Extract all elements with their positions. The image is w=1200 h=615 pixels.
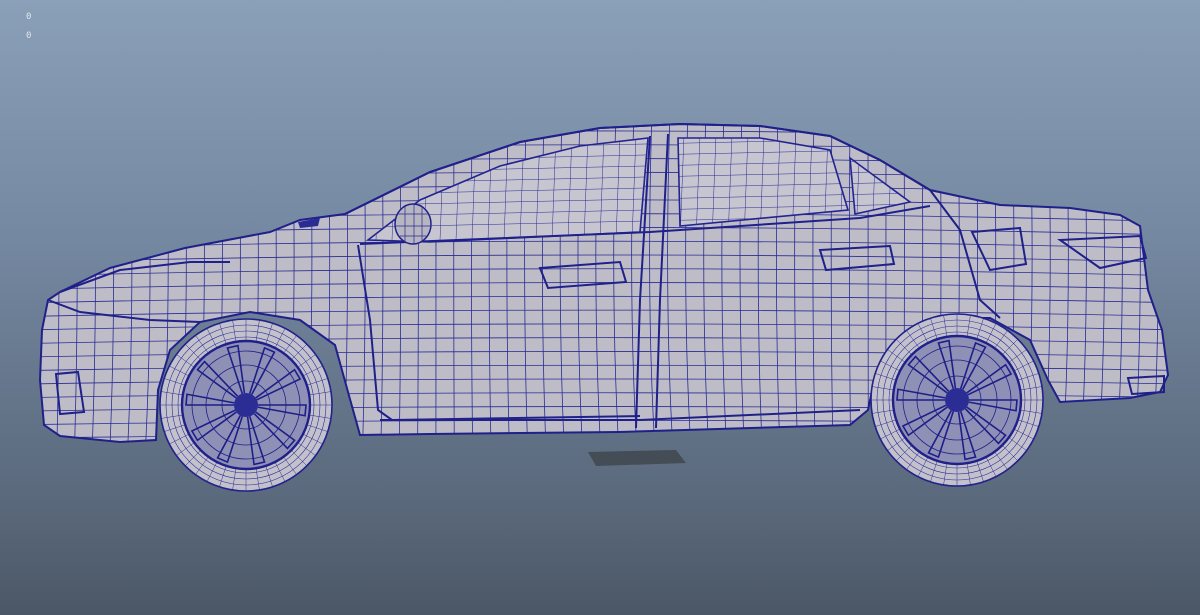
side-mirror <box>394 203 432 245</box>
mesh-edge <box>30 103 1180 113</box>
ground-shadow <box>588 450 686 466</box>
front-wheel <box>159 318 333 492</box>
mesh-edge <box>40 124 1168 128</box>
mesh-edge <box>1152 124 1159 442</box>
3d-viewport[interactable]: 0 0 <box>0 0 1200 615</box>
car-wireframe-model[interactable] <box>0 0 1200 615</box>
mesh-edge <box>40 124 42 442</box>
